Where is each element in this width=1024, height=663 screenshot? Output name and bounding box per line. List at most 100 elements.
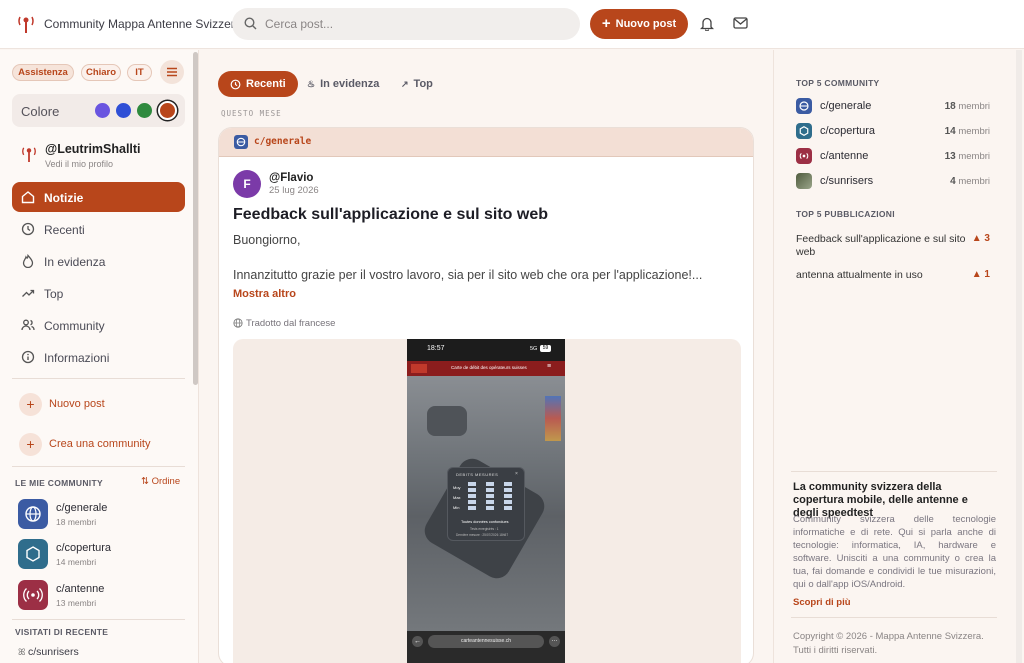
menu-button[interactable] <box>160 60 184 84</box>
color-label: Colore <box>21 104 60 119</box>
top-post-item[interactable]: antenna attualmente in uso ▲ 1 <box>796 269 990 282</box>
search-bar[interactable] <box>232 8 580 40</box>
author-avatar[interactable]: F <box>233 170 261 198</box>
top-community-antenne[interactable]: c/antenne 13 membri <box>796 148 990 166</box>
mail-icon[interactable] <box>733 17 748 29</box>
sidebar-new-post-button[interactable]: + Nuovo post <box>12 390 185 420</box>
community-count: 14 membri <box>944 126 990 137</box>
post-title[interactable]: Feedback sull'applicazione e sul sito we… <box>233 206 548 224</box>
page-scrollbar[interactable] <box>1016 50 1022 663</box>
period-label: QUESTO MESE <box>221 109 282 118</box>
top-post-votes: ▲ 3 <box>971 233 990 244</box>
close-icon: × <box>515 471 518 477</box>
community-name: c/copertura <box>820 125 876 137</box>
broadcast-icon <box>18 580 48 610</box>
phone-screenshot: 18:57 5G 59 Carte de débit des opérateur… <box>407 339 565 663</box>
sidebar-divider <box>12 378 185 379</box>
globe-icon <box>18 499 48 529</box>
globe-icon <box>796 98 812 114</box>
community-photo-icon <box>796 173 812 189</box>
users-icon: ꕤ <box>18 647 28 657</box>
nav-label: Community <box>44 319 105 333</box>
phone-url: carteantennesuisse.ch <box>428 635 544 648</box>
post-image[interactable]: 18:57 5G 59 Carte de débit des opérateur… <box>233 339 741 663</box>
assistenza-pill[interactable]: Assistenza <box>12 64 74 81</box>
tab-label: Top <box>413 78 433 90</box>
community-members: 18 membri <box>56 517 97 527</box>
post-author[interactable]: @Flavio <box>269 172 313 184</box>
post-card[interactable]: c/generale F @Flavio 25 lug 2026 Feedbac… <box>218 127 754 663</box>
action-label: Crea una community <box>49 438 151 450</box>
nav-in-evidenza[interactable]: In evidenza <box>12 246 185 276</box>
nav-community[interactable]: Community <box>12 310 185 340</box>
more-icon: … <box>549 636 560 647</box>
community-item-antenne[interactable]: c/antenne 13 membri <box>18 580 188 612</box>
learn-more-link[interactable]: Scopri di più <box>793 597 851 608</box>
recent-item-sunrisers[interactable]: ꕤ c/sunrisers <box>18 646 79 658</box>
trending-icon <box>22 289 35 297</box>
sidebar-scrollbar[interactable] <box>193 52 198 385</box>
community-name: c/generale <box>820 100 872 112</box>
recent-label: c/sunrisers <box>28 646 79 658</box>
top-post-item[interactable]: Feedback sull'applicazione e sul sito we… <box>796 233 990 259</box>
plus-icon: + <box>601 15 611 32</box>
nav-label: In evidenza <box>44 255 106 269</box>
theme-pill[interactable]: Chiaro <box>81 64 121 81</box>
hexagon-icon <box>796 123 812 139</box>
top-post-title: Feedback sull'applicazione e sul sito we… <box>796 233 966 258</box>
card-line1: Toutes données confondues <box>461 520 509 524</box>
top-community-copertura[interactable]: c/copertura 14 membri <box>796 123 990 141</box>
bell-icon[interactable] <box>700 16 714 31</box>
community-name: c/sunrisers <box>820 175 874 187</box>
color-swatch-blue[interactable] <box>116 103 131 118</box>
username[interactable]: @LeutrimShallti <box>45 142 141 156</box>
right-panel: TOP 5 COMMUNITY c/generale 18 membri c/c… <box>773 50 1013 663</box>
top-bar: Community Mappa Antenne Svizzera + Nuovo… <box>0 0 1024 49</box>
antenna-logo-icon[interactable] <box>17 14 35 34</box>
phone-measure-card: DEBITS MESURES × Moy Max Min Toutes donn… <box>447 467 525 541</box>
color-swatch-green[interactable] <box>137 103 152 118</box>
nav-informazioni[interactable]: Informazioni <box>12 342 185 372</box>
tab-recenti[interactable]: Recenti <box>218 71 298 97</box>
tab-in-evidenza[interactable]: ♨ In evidenza <box>307 71 379 97</box>
nav-recenti[interactable]: Recenti <box>12 214 185 244</box>
profile-link[interactable]: Vedi il mio profilo <box>45 159 113 169</box>
clock-icon <box>21 222 35 236</box>
community-count: 18 membri <box>944 101 990 112</box>
globe-icon <box>234 135 248 149</box>
row-max: Max <box>453 495 461 500</box>
community-item-generale[interactable]: c/generale 18 membri <box>18 499 188 531</box>
order-button[interactable]: ⇅ Ordine <box>141 476 180 487</box>
community-members: 13 membri <box>56 598 97 608</box>
search-input[interactable] <box>265 15 565 33</box>
top-post-votes: ▲ 1 <box>971 269 990 280</box>
nav-top[interactable]: Top <box>12 278 185 308</box>
user-avatar-antenna-icon[interactable] <box>21 145 37 163</box>
phone-time: 18:57 <box>427 345 445 352</box>
flame-icon: ♨ <box>307 78 316 89</box>
color-swatch-violet[interactable] <box>95 103 110 118</box>
phone-network: 5G <box>530 346 538 352</box>
tab-top[interactable]: ↗ Top <box>401 71 433 97</box>
new-post-button[interactable]: + Nuovo post <box>590 9 688 39</box>
color-swatch-orange-selected[interactable] <box>158 101 177 120</box>
post-body-line2: Innanzitutto grazie per il vostro lavoro… <box>233 268 703 282</box>
community-item-copertura[interactable]: c/copertura 14 membri <box>18 539 188 571</box>
trending-icon: ↗ <box>401 78 409 89</box>
post-community-header[interactable]: c/generale <box>219 128 753 157</box>
community-name: c/antenne <box>820 150 869 162</box>
post-date: 25 lug 2026 <box>269 185 319 196</box>
language-pill[interactable]: IT <box>127 64 152 81</box>
right-divider <box>791 471 997 472</box>
new-post-label: Nuovo post <box>615 18 677 30</box>
top-community-sunrisers[interactable]: c/sunrisers 4 membri <box>796 173 990 191</box>
nav-notizie[interactable]: Notizie <box>12 182 185 212</box>
top-community-generale[interactable]: c/generale 18 membri <box>796 98 990 116</box>
sidebar-divider <box>12 619 185 620</box>
create-community-button[interactable]: + Crea una community <box>12 430 185 460</box>
community-count: 13 membri <box>944 151 990 162</box>
brand-title[interactable]: Community Mappa Antenne Svizzera <box>44 17 241 31</box>
show-more-link[interactable]: Mostra altro <box>233 288 296 300</box>
hexagon-icon <box>18 539 48 569</box>
phone-banner-title: Carte de débit des opérateurs suisses <box>451 365 527 370</box>
